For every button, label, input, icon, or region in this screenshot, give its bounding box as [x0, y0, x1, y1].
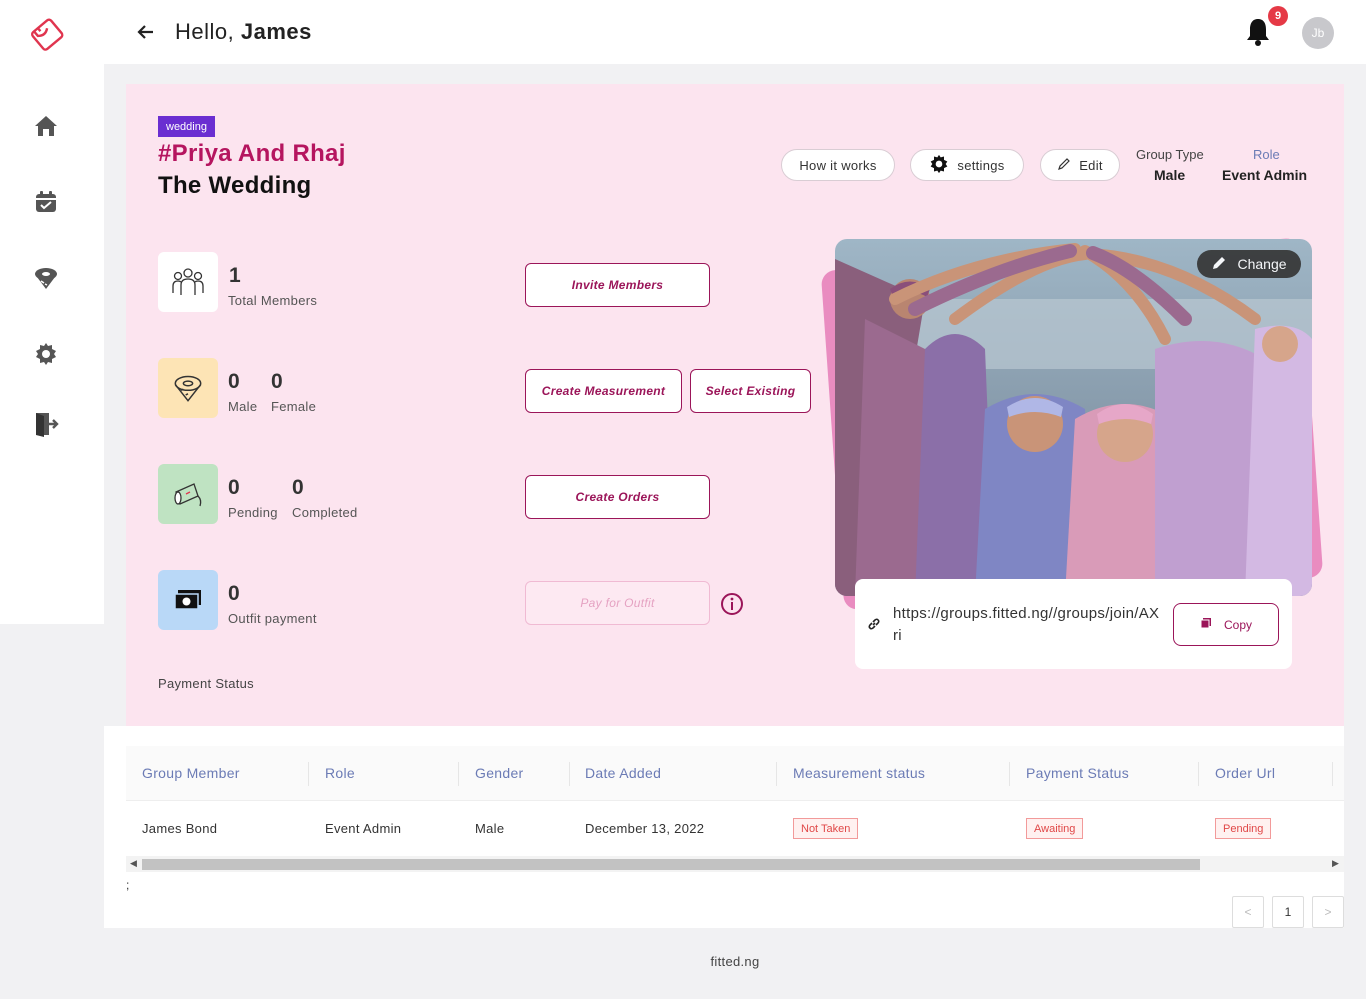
column-divider [1332, 762, 1333, 786]
page-greeting: Hello, James [175, 19, 312, 45]
members-icon [158, 252, 218, 312]
calendar-check-icon[interactable] [30, 186, 62, 218]
outfit-payment-label: Outfit payment [228, 611, 317, 626]
copy-icon [1200, 617, 1212, 632]
brand-logo-icon[interactable] [28, 14, 68, 54]
logout-icon[interactable] [30, 408, 62, 440]
column-header[interactable]: Measurement status [793, 765, 925, 781]
role-cell: Event Admin [325, 821, 402, 836]
change-photo-label: Change [1237, 256, 1287, 272]
outfit-payment-count: 0 [228, 582, 240, 605]
column-divider [1009, 762, 1010, 786]
measurement-status-badge: Not Taken [793, 818, 859, 839]
copy-label: Copy [1223, 617, 1252, 632]
invite-link-url[interactable]: https://groups.fitted.ng//groups/join/AX… [893, 603, 1163, 647]
female-count: 0 [271, 370, 283, 393]
group-subtitle: The Wedding [158, 172, 312, 199]
notification-count-badge: 9 [1268, 6, 1288, 26]
copy-link-button[interactable]: Copy [1173, 603, 1279, 646]
column-divider [569, 762, 570, 786]
back-arrow-icon[interactable] [134, 20, 158, 44]
invite-link-card: https://groups.fitted.ng//groups/join/AX… [855, 579, 1292, 669]
completed-count: 0 [292, 476, 304, 499]
info-icon[interactable] [720, 592, 744, 616]
group-type-label: Group Type [1136, 147, 1204, 162]
female-label: Female [271, 399, 317, 414]
settings-button[interactable]: settings [910, 149, 1024, 181]
male-label: Male [228, 399, 258, 414]
date-added-cell: December 13, 2022 [585, 821, 705, 836]
money-icon [158, 570, 218, 630]
create-measurement-button[interactable]: Create Measurement [525, 369, 682, 413]
select-existing-button[interactable]: Select Existing [690, 369, 811, 413]
create-orders-button[interactable]: Create Orders [525, 475, 710, 519]
gender-cell: Male [475, 821, 505, 836]
change-photo-button[interactable]: Change [1197, 250, 1301, 278]
invite-members-button[interactable]: Invite Members [525, 263, 710, 307]
column-header[interactable]: Payment Status [1026, 765, 1129, 781]
order-status-badge[interactable]: Pending [1215, 818, 1272, 839]
footer-text: fitted.ng [710, 954, 760, 969]
scroll-right-icon[interactable]: ▶ [1332, 858, 1339, 869]
greeting-text: Hello, [175, 19, 235, 44]
settings-label: settings [957, 157, 1005, 173]
page-gutter [1344, 64, 1366, 928]
previous-page-button[interactable]: < [1232, 896, 1264, 928]
column-header[interactable]: Order Url [1215, 765, 1275, 781]
members-table: Group Member Role Gender Date Added Meas… [126, 746, 1344, 874]
pencil-icon [1211, 255, 1227, 274]
column-divider [458, 762, 459, 786]
male-count: 0 [228, 370, 240, 393]
column-divider [776, 762, 777, 786]
group-title: #Priya And Rhaj [158, 140, 346, 167]
user-avatar[interactable]: Jb [1302, 17, 1334, 49]
stray-text: ; [126, 878, 130, 892]
next-page-button[interactable]: > [1312, 896, 1344, 928]
home-icon[interactable] [30, 110, 62, 142]
column-header[interactable]: Role [325, 765, 355, 781]
member-name-cell: James Bond [142, 821, 218, 836]
group-cover-photo [835, 239, 1312, 596]
role-label: Role [1253, 147, 1280, 162]
link-icon [867, 617, 881, 631]
pencil-icon [1057, 157, 1071, 174]
current-page-button[interactable]: 1 [1272, 896, 1304, 928]
column-header[interactable]: Group Member [142, 765, 240, 781]
column-header[interactable]: Gender [475, 765, 524, 781]
horizontal-scrollbar[interactable]: ◀ ▶ [126, 856, 1344, 872]
payment-status-label: Payment Status [158, 676, 254, 691]
event-type-tag: wedding [158, 116, 215, 137]
top-header: Hello, James 9 Jb [104, 0, 1366, 64]
column-divider [1198, 762, 1199, 786]
notification-bell-icon[interactable] [1245, 17, 1271, 47]
total-members-count: 1 [229, 264, 241, 287]
sidebar [0, 0, 104, 624]
how-it-works-label: How it works [799, 157, 877, 173]
scroll-left-icon[interactable]: ◀ [130, 858, 137, 869]
pending-count: 0 [228, 476, 240, 499]
measuring-tape-icon [158, 358, 218, 418]
column-header[interactable]: Date Added [585, 765, 661, 781]
table-header: Group Member Role Gender Date Added Meas… [126, 746, 1344, 801]
measuring-tape-icon[interactable] [30, 262, 62, 294]
edit-label: Edit [1079, 157, 1103, 173]
scroll-thumb[interactable] [142, 859, 1200, 870]
total-members-label: Total Members [228, 293, 318, 308]
edit-button[interactable]: Edit [1040, 149, 1120, 181]
completed-label: Completed [292, 505, 358, 520]
settings-gear-icon[interactable] [30, 338, 62, 370]
thread-spool-icon [158, 464, 218, 524]
how-it-works-button[interactable]: How it works [781, 149, 895, 181]
greeting-username: James [240, 19, 312, 44]
pending-label: Pending [228, 505, 278, 520]
group-type-value: Male [1154, 167, 1186, 183]
group-overview-panel: wedding #Priya And Rhaj The Wedding How … [126, 84, 1344, 726]
settings-gear-icon [929, 154, 949, 177]
payment-status-badge: Awaiting [1026, 818, 1084, 839]
role-value: Event Admin [1222, 167, 1308, 183]
pay-for-outfit-button[interactable]: Pay for Outfit [525, 581, 710, 625]
column-divider [308, 762, 309, 786]
